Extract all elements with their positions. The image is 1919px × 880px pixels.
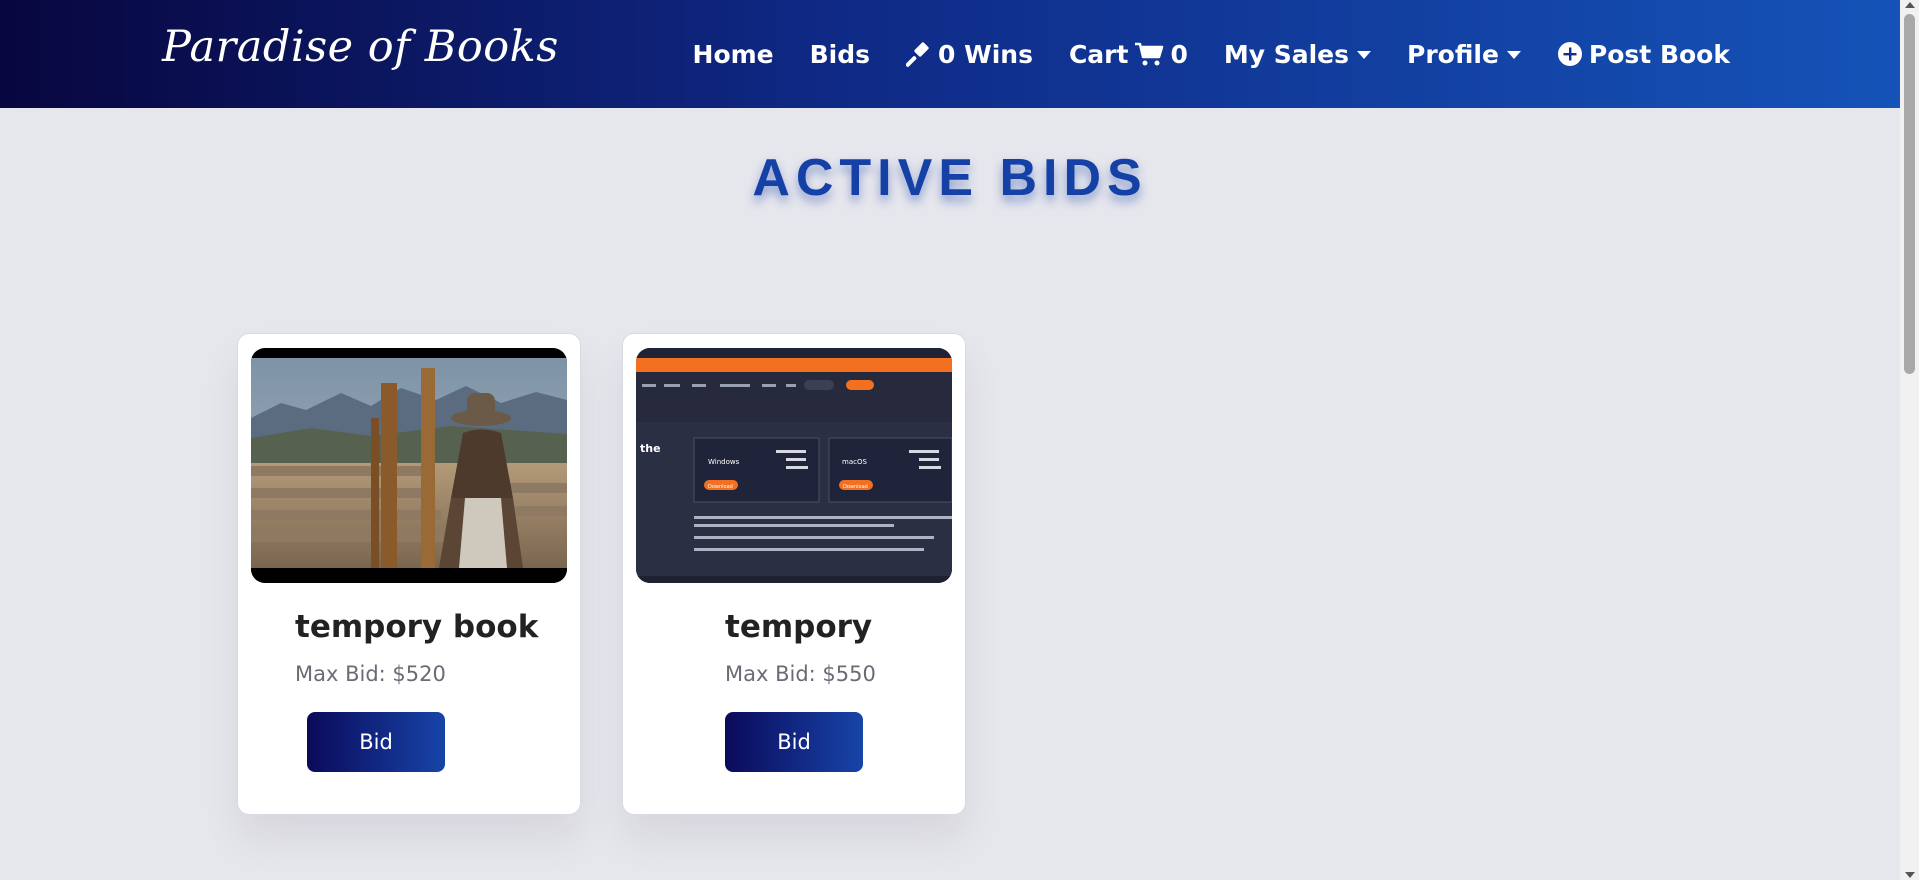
screenshot-download-button: Download (843, 484, 868, 490)
nav-post-book-label: Post Book (1588, 39, 1730, 69)
nav-wins[interactable]: 0 Wins (906, 40, 1033, 69)
book-cover-image[interactable]: the Windows macOS Download Download (636, 348, 952, 583)
nav-wins-label: 0 Wins (938, 39, 1033, 69)
bid-button[interactable]: Bid (307, 712, 445, 772)
chevron-down-icon (1357, 51, 1372, 59)
nav-home[interactable]: Home (693, 40, 774, 69)
nav-profile-dropdown[interactable]: Profile (1407, 40, 1521, 69)
scroll-up-arrow-icon[interactable] (1905, 2, 1915, 8)
bid-card: the Windows macOS Download Download temp… (622, 333, 966, 815)
nav-cart[interactable]: Cart 0 (1069, 40, 1188, 69)
card-max-bid: Max Bid: $550 (725, 662, 876, 686)
navbar: Paradise of Books Home Bids 0 Wins Cart (0, 0, 1900, 108)
bid-card: tempory book Max Bid: $520 Bid (237, 333, 581, 815)
nav-menu: Home Bids 0 Wins Cart 0 My Sales Profile… (693, 0, 1730, 108)
cart-count: 0 (1170, 39, 1188, 69)
plus-circle-icon (1557, 41, 1583, 67)
book-cover-image[interactable] (251, 348, 567, 583)
card-title: tempory (725, 609, 873, 645)
nav-my-sales-dropdown[interactable]: My Sales (1223, 39, 1372, 69)
scrollbar-thumb[interactable] (1904, 14, 1915, 374)
nav-cart-label: Cart (1068, 39, 1129, 69)
nav-my-sales-label: My Sales (1223, 39, 1350, 69)
page-title: ACTIVE BIDS (752, 149, 1148, 207)
bid-button[interactable]: Bid (725, 712, 863, 772)
nav-post-book[interactable]: Post Book (1557, 40, 1730, 69)
page-scrollbar[interactable] (1900, 0, 1919, 880)
screenshot-windows-label: Windows (708, 458, 740, 466)
chevron-down-icon (1506, 51, 1521, 59)
screenshot-side-text: the (640, 442, 661, 455)
card-title: tempory book (295, 609, 539, 645)
scroll-down-arrow-icon[interactable] (1905, 872, 1915, 878)
nav-bids-label: Bids (809, 39, 871, 69)
card-max-bid: Max Bid: $520 (295, 662, 446, 686)
gavel-icon (906, 41, 932, 67)
nav-bids[interactable]: Bids (810, 40, 870, 69)
shopping-cart-icon (1134, 41, 1164, 67)
nav-home-label: Home (692, 39, 774, 69)
nav-profile-label: Profile (1407, 39, 1499, 69)
screenshot-download-button: Download (708, 484, 733, 490)
brand-logo[interactable]: Paradise of Books (162, 22, 559, 72)
screenshot-macos-label: macOS (842, 458, 867, 466)
